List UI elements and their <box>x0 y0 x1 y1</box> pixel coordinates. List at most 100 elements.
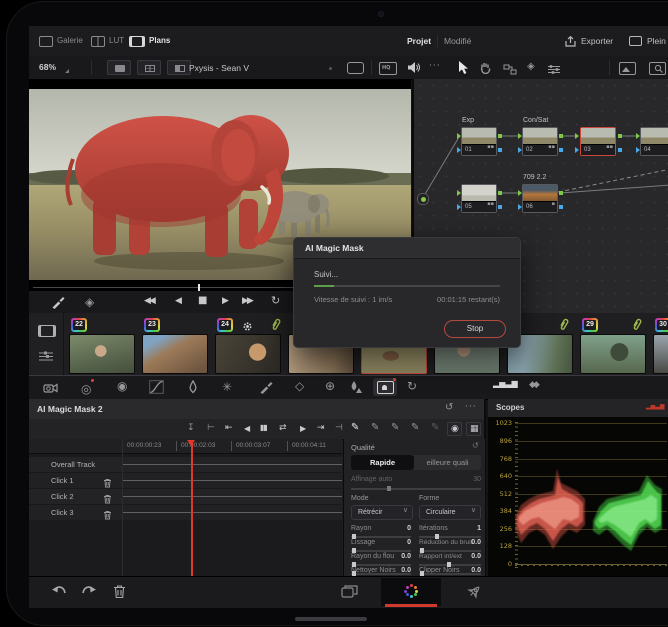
layers-icon[interactable]: ◈ <box>527 62 535 72</box>
stop-button[interactable]: Stop <box>444 320 506 338</box>
param-slider[interactable] <box>419 571 481 576</box>
viewer-mode-icon[interactable] <box>347 62 364 74</box>
node-02[interactable]: 02 ▪▪ <box>518 127 563 156</box>
add-track-point-icon[interactable]: ↧ <box>187 424 195 433</box>
warper-icon[interactable]: ✳ <box>222 381 232 393</box>
prev-frame-icon[interactable]: ◀ <box>175 297 182 306</box>
qualifier-icon[interactable] <box>187 379 199 399</box>
fullscreen-button[interactable]: Plein écran <box>629 33 668 49</box>
dialog-titlebar[interactable]: AI Magic Mask <box>294 238 520 259</box>
color-page-tab-active[interactable] <box>381 578 441 607</box>
stroke-refine-add-icon[interactable]: ✎ <box>391 423 399 433</box>
skip-back-icon[interactable]: ◀◀ <box>144 297 156 306</box>
mixer-icon[interactable] <box>547 62 561 80</box>
zoom-level-dropdown[interactable]: 68% <box>37 60 71 75</box>
stroke-refine-subtract-icon[interactable]: ✎ <box>411 423 419 433</box>
range-start-icon[interactable]: ⊢ <box>207 424 215 433</box>
blur-icon[interactable] <box>349 380 363 399</box>
quality-reset-icon[interactable]: ↺ <box>472 442 479 450</box>
cursor-tool-icon[interactable] <box>457 60 470 80</box>
proxy-quality-button[interactable]: HQ <box>379 62 397 75</box>
shape-dropdown[interactable]: Circulaire ∨ <box>419 505 481 520</box>
track-bidirectional-icon[interactable]: ⇄ <box>279 423 287 433</box>
param-slider[interactable] <box>351 534 411 539</box>
waveform-scope[interactable]: 1023 896 768 640 512 384 256 128 0 <box>488 417 668 576</box>
refresh-tool-icon[interactable]: ↻ <box>407 380 417 392</box>
quality-segmented-control[interactable]: Rapide eilleure quali <box>351 455 481 470</box>
magic-mask-tool-selected[interactable] <box>373 378 397 396</box>
range-end-icon[interactable]: ⊣ <box>335 424 343 433</box>
param-slider[interactable] <box>351 571 411 576</box>
segment-best-quality[interactable]: eilleure quali <box>414 455 481 470</box>
scrubber-playhead[interactable] <box>198 284 200 291</box>
audio-icon[interactable] <box>407 61 421 79</box>
wipe-modes-icon[interactable]: ◈ <box>85 296 94 308</box>
curves-icon[interactable] <box>149 380 164 399</box>
panel-more-icon[interactable]: ··· <box>465 403 477 412</box>
clip-thumbnail[interactable] <box>215 334 281 374</box>
redo-icon[interactable] <box>81 585 97 603</box>
clip-thumbnail[interactable] <box>580 334 646 374</box>
stroke-add-icon[interactable]: ✎ <box>351 423 359 433</box>
clips-view-icon[interactable] <box>38 325 56 337</box>
stroke-subtract-icon[interactable]: ✎ <box>371 423 379 433</box>
hand-tool-icon[interactable] <box>479 61 492 79</box>
more-options-icon[interactable]: ··· <box>429 62 441 71</box>
mask-overlay-button[interactable]: ▦ <box>466 421 481 436</box>
slider-handle[interactable] <box>387 486 392 491</box>
clip-thumbnail[interactable] <box>142 334 208 374</box>
track-row[interactable]: Click 3 <box>29 505 342 521</box>
camera-raw-icon[interactable] <box>43 381 59 399</box>
nodes-icon[interactable] <box>503 62 517 80</box>
mode-dropdown[interactable]: Rétrécir ∨ <box>351 505 413 520</box>
picker-icon[interactable] <box>51 295 65 314</box>
param-slider[interactable] <box>419 562 481 567</box>
track-forward-to-end-icon[interactable]: ⇥ <box>317 424 325 433</box>
loop-icon[interactable]: ↻ <box>271 295 280 306</box>
mask-preview-button[interactable]: ◉ <box>447 421 462 436</box>
param-slider[interactable] <box>419 534 481 539</box>
node-06[interactable]: 06 ▪ <box>518 184 563 213</box>
fusion-rocket-icon[interactable] <box>465 584 482 606</box>
gear-icon[interactable] <box>242 319 253 337</box>
refine-slider[interactable] <box>351 486 481 491</box>
stills-icon[interactable] <box>619 62 636 75</box>
track-row[interactable]: Click 1 <box>29 473 342 489</box>
node-03-selected[interactable]: 03 ▪▪ <box>575 127 622 156</box>
track-reverse-icon[interactable]: ◀ <box>244 424 250 433</box>
scope-mode-icon[interactable]: ▂▅▃▆ <box>646 404 664 410</box>
stop-icon[interactable]: ■ <box>198 296 207 306</box>
undo-icon[interactable] <box>51 585 67 603</box>
play-icon[interactable]: ▶ <box>222 297 229 306</box>
delete-track-icon[interactable] <box>103 507 112 525</box>
track-reverse-to-start-icon[interactable]: ⇤ <box>225 424 233 433</box>
reset-icon[interactable]: ↺ <box>445 403 453 413</box>
tracker-icon[interactable]: ⊕ <box>325 380 335 392</box>
eyedropper-icon[interactable] <box>259 380 273 399</box>
param-slider[interactable] <box>419 548 481 553</box>
track-row[interactable]: Click 2 <box>29 489 342 505</box>
delete-icon[interactable] <box>113 584 126 604</box>
hdr-wheels-icon[interactable]: ◉ <box>117 380 127 392</box>
param-slider[interactable] <box>351 562 411 567</box>
color-wheels-icon[interactable]: ◎ <box>81 379 95 398</box>
track-forward-icon[interactable]: ▶ <box>300 424 306 433</box>
cut-page-icon[interactable] <box>341 585 359 604</box>
source-node-dot[interactable] <box>417 193 429 205</box>
clip-thumbnail[interactable] <box>653 334 668 374</box>
node-04[interactable]: 04 <box>636 127 668 156</box>
skip-fwd-icon[interactable]: ▶▶ <box>242 297 254 306</box>
home-indicator[interactable] <box>295 617 367 621</box>
clip-thumbnail[interactable] <box>69 334 135 374</box>
keyframes-icon[interactable]: ◆◆ <box>529 381 540 390</box>
stroke-eraser-icon[interactable]: ✎ <box>431 423 439 433</box>
scopes-toggle-icon[interactable]: ▂▅▃▆ <box>493 380 518 388</box>
timeline-playhead[interactable] <box>187 439 196 576</box>
param-slider[interactable] <box>351 548 411 553</box>
track-row[interactable]: Overall Track <box>29 457 342 473</box>
segment-rapide-selected[interactable]: Rapide <box>351 455 414 470</box>
lut-preview-icon[interactable] <box>649 62 666 75</box>
power-window-icon[interactable]: ◇ <box>295 380 304 392</box>
node-05[interactable]: 05 ▪▪ <box>457 184 502 213</box>
pause-icon[interactable]: ▮▮ <box>260 424 268 432</box>
